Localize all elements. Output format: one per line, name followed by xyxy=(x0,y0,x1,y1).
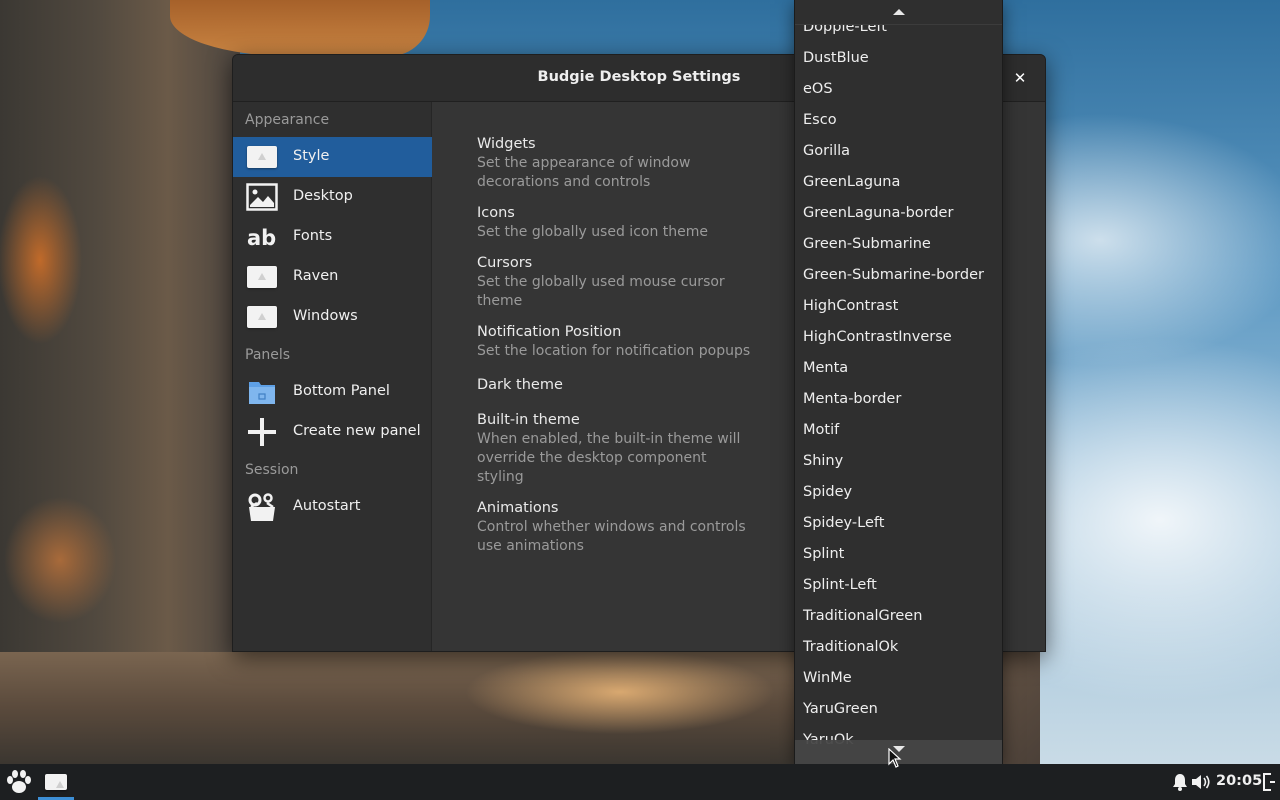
option-title: Icons xyxy=(477,205,515,221)
theme-option[interactable]: Shiny xyxy=(795,446,1002,477)
theme-option[interactable]: GreenLaguna xyxy=(795,167,1002,198)
option-description: Set the location for notification popups xyxy=(477,343,751,359)
bell-icon[interactable] xyxy=(1172,773,1188,791)
sidebar-item-label: Bottom Panel xyxy=(293,383,390,399)
option-description: Set the globally used mouse cursor theme xyxy=(477,274,725,309)
sidebar-item-label: Windows xyxy=(293,308,358,324)
theme-option[interactable]: Menta xyxy=(795,353,1002,384)
option-description: Set the globally used icon theme xyxy=(477,224,709,240)
section-header-session: Session xyxy=(245,462,299,478)
theme-option[interactable]: Splint xyxy=(795,539,1002,570)
option-title: Notification Position xyxy=(477,324,622,340)
sidebar-item-label: Raven xyxy=(293,268,339,284)
theme-option[interactable]: Splint-Left xyxy=(795,570,1002,601)
sidebar-item-label: Autostart xyxy=(293,498,361,514)
theme-option[interactable]: HighContrast xyxy=(795,291,1002,322)
theme-option[interactable]: GreenLaguna-border xyxy=(795,198,1002,229)
folder-panel-icon xyxy=(246,376,278,408)
volume-icon[interactable] xyxy=(1191,773,1211,791)
option-animations: Animations Control whether windows and c… xyxy=(477,499,757,556)
sidebar-item-raven[interactable]: Raven xyxy=(233,257,432,297)
sidebar-item-create-panel[interactable]: Create new panel xyxy=(233,412,432,452)
svg-text:ab: ab xyxy=(247,226,276,249)
theme-option[interactable]: Green-Submarine xyxy=(795,229,1002,260)
theme-icon xyxy=(246,141,278,173)
settings-window-icon xyxy=(45,774,67,790)
option-title: Cursors xyxy=(477,255,533,271)
gears-box-icon xyxy=(246,491,278,523)
budgie-menu-button[interactable] xyxy=(3,766,35,798)
sidebar-item-bottom-panel[interactable]: Bottom Panel xyxy=(233,372,432,412)
sidebar-item-desktop[interactable]: Desktop xyxy=(233,177,432,217)
taskbar-app-settings[interactable] xyxy=(38,764,74,800)
option-description: Set the appearance of window decorations… xyxy=(477,155,691,190)
theme-option[interactable]: TraditionalGreen xyxy=(795,601,1002,632)
scroll-up-button[interactable] xyxy=(795,0,1002,25)
widget-theme-dropdown-list[interactable]: Dopple-Left DustBlue eOS Esco Gorilla Gr… xyxy=(794,0,1003,764)
sidebar-item-autostart[interactable]: Autostart xyxy=(233,487,432,527)
option-title: Widgets xyxy=(477,136,536,152)
theme-icon xyxy=(246,261,278,293)
budgie-paw-icon xyxy=(7,770,31,793)
option-builtin-theme: Built-in theme When enabled, the built-i… xyxy=(477,411,757,487)
theme-list: Dopple-Left DustBlue eOS Esco Gorilla Gr… xyxy=(795,12,1002,756)
theme-option[interactable]: Motif xyxy=(795,415,1002,446)
sidebar-item-style[interactable]: Style xyxy=(233,137,432,177)
plus-icon xyxy=(246,416,278,448)
theme-option[interactable]: DustBlue xyxy=(795,43,1002,74)
theme-option[interactable]: YaruGreen xyxy=(795,694,1002,725)
option-title: Animations xyxy=(477,500,559,516)
theme-option[interactable]: Spidey-Left xyxy=(795,508,1002,539)
option-description: Control whether windows and controls use… xyxy=(477,519,746,554)
theme-option[interactable]: Green-Submarine-border xyxy=(795,260,1002,291)
fonts-ab-icon: ab xyxy=(246,221,278,253)
scroll-up-arrow-icon xyxy=(892,9,905,15)
sidebar-item-fonts[interactable]: ab Fonts xyxy=(233,217,432,257)
sidebar-item-label: Desktop xyxy=(293,188,353,204)
power-icon[interactable] xyxy=(1262,773,1276,791)
bottom-panel-taskbar: 20:05 xyxy=(0,764,1280,800)
theme-option[interactable]: WinMe xyxy=(795,663,1002,694)
sidebar-item-label: Create new panel xyxy=(293,423,421,439)
theme-option[interactable]: Esco xyxy=(795,105,1002,136)
wallpaper-ruin-left xyxy=(0,0,240,764)
desktop-image-icon xyxy=(246,181,278,213)
theme-option[interactable]: Gorilla xyxy=(795,136,1002,167)
section-header-panels: Panels xyxy=(245,347,291,363)
sidebar: Appearance Style Desktop ab Fonts Raven … xyxy=(233,102,432,651)
sidebar-item-label: Fonts xyxy=(293,228,333,244)
section-header-appearance: Appearance xyxy=(245,112,330,128)
close-icon: ✕ xyxy=(1013,69,1027,87)
option-title: Built-in theme xyxy=(477,412,580,428)
sidebar-item-windows[interactable]: Windows xyxy=(233,297,432,337)
option-title: Dark theme xyxy=(477,377,563,393)
clock[interactable]: 20:05 xyxy=(1216,773,1262,789)
option-notification-position: Notification Position Set the location f… xyxy=(477,323,757,361)
theme-option[interactable]: HighContrastInverse xyxy=(795,322,1002,353)
theme-option[interactable]: eOS xyxy=(795,74,1002,105)
theme-option[interactable]: Spidey xyxy=(795,477,1002,508)
theme-option[interactable]: TraditionalOk xyxy=(795,632,1002,663)
sidebar-item-label: Style xyxy=(293,148,330,164)
option-widgets: Widgets Set the appearance of window dec… xyxy=(477,135,757,192)
theme-icon xyxy=(246,301,278,333)
option-icons: Icons Set the globally used icon theme xyxy=(477,204,757,242)
mouse-pointer-icon xyxy=(888,748,902,768)
theme-option[interactable]: Menta-border xyxy=(795,384,1002,415)
option-dark-theme: Dark theme xyxy=(477,376,757,395)
option-cursors: Cursors Set the globally used mouse curs… xyxy=(477,254,757,311)
option-description: When enabled, the built-in theme will ov… xyxy=(477,431,741,485)
close-button[interactable]: ✕ xyxy=(1009,67,1031,89)
